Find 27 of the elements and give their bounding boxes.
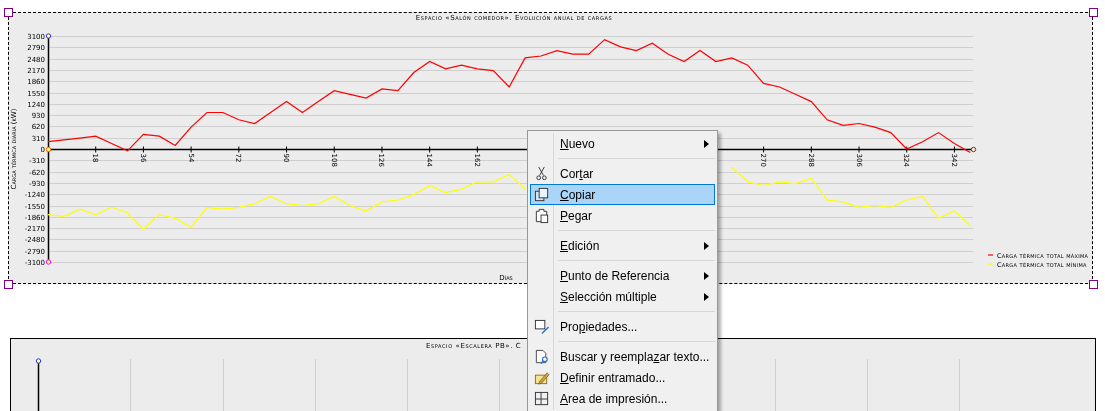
scissors-icon — [534, 166, 550, 182]
menu-item[interactable]: Definir entramado... — [530, 367, 715, 388]
menu-item[interactable]: Propiedades... — [530, 316, 715, 337]
clipboard-icon — [534, 208, 550, 224]
menu-item[interactable]: Punto de Referencia — [530, 265, 715, 286]
axis-end-marker — [970, 146, 977, 153]
axis-end-marker — [45, 33, 52, 39]
axis-end-marker — [45, 259, 52, 265]
menu-item[interactable]: Cortar — [530, 163, 715, 184]
menu-item[interactable]: Nuevo — [530, 133, 715, 154]
copy-icon — [534, 187, 550, 203]
pencil-icon — [534, 370, 550, 386]
pencil-icon — [534, 319, 550, 335]
menu-item[interactable]: Pegar — [530, 205, 715, 226]
menu-item[interactable]: Buscar y reemplazar texto... — [530, 346, 715, 367]
menu-item[interactable]: Area de impresión... — [530, 388, 715, 409]
search-icon — [534, 349, 550, 365]
axis-end-marker — [35, 358, 42, 364]
menu-item[interactable]: Selección múltiple — [530, 286, 715, 307]
resize-handle[interactable] — [1089, 8, 1098, 17]
grid-icon — [534, 391, 550, 407]
resize-handle[interactable] — [4, 8, 13, 17]
menu-item[interactable]: Edición — [530, 235, 715, 256]
menu-item[interactable]: Copiar — [530, 184, 715, 205]
resize-handle[interactable] — [4, 280, 13, 289]
axis-end-marker — [45, 146, 52, 153]
resize-handle[interactable] — [1089, 280, 1098, 289]
